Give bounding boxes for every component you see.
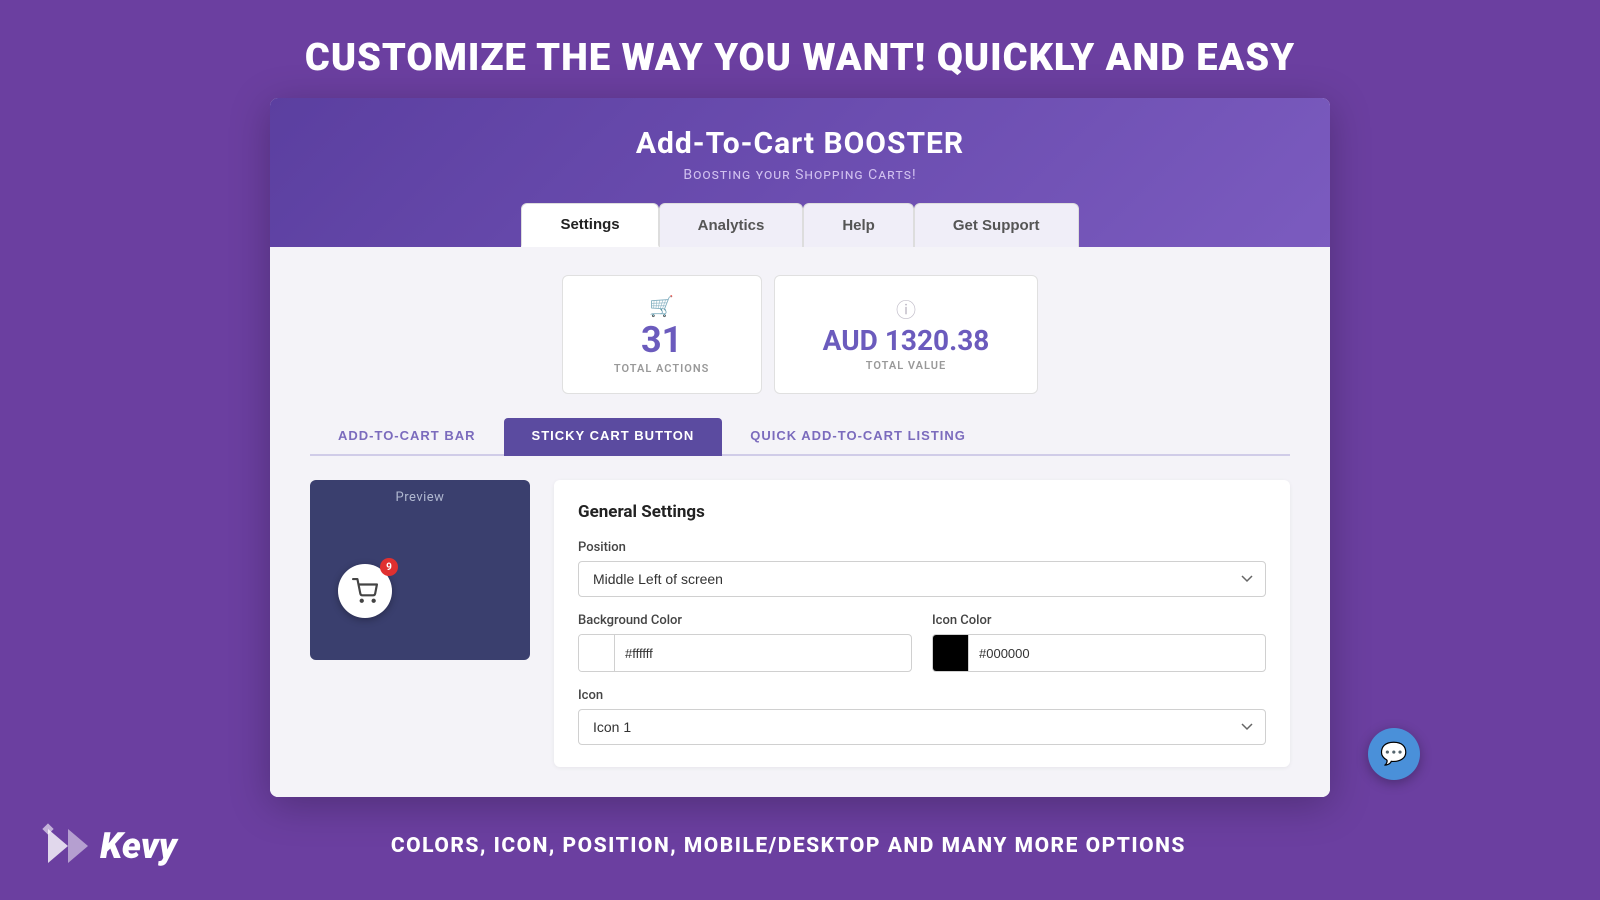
cart-badge: 9 [380, 558, 398, 576]
color-row: Background Color Icon Color [578, 613, 1266, 688]
tab-help[interactable]: Help [803, 203, 914, 247]
total-value-amount: AUD 1320.38 [823, 327, 990, 355]
value-stat-icon: ⓘ [896, 294, 916, 323]
section-tab-sticky-cart-button[interactable]: STICKY CART BUTTON [504, 418, 723, 456]
bottom-tagline: COLORS, ICON, POSITION, MOBILE/DESKTOP A… [197, 834, 1380, 858]
position-select[interactable]: Middle Left of screen Middle Right of sc… [578, 561, 1266, 597]
chat-button[interactable]: 💬 [1368, 728, 1420, 780]
card-title: Add-To-Cart BOOSTER [270, 126, 1330, 161]
main-tabs: Settings Analytics Help Get Support [270, 203, 1330, 247]
background-color-field-group: Background Color [578, 613, 912, 672]
settings-panel: General Settings Position Middle Left of… [554, 480, 1290, 767]
card-body: 🛒 31 TOTAL ACTIONS ⓘ AUD 1320.38 TOTAL V… [270, 247, 1330, 797]
stat-total-value: ⓘ AUD 1320.38 TOTAL VALUE [774, 275, 1039, 394]
background-color-input-row [578, 634, 912, 672]
icon-color-field-group: Icon Color [932, 613, 1266, 672]
card-subtitle: Boosting your Shopping Carts! [270, 167, 1330, 183]
icon-color-label: Icon Color [932, 613, 1266, 628]
cart-button-preview: 9 [338, 564, 392, 618]
section-tab-quick-add[interactable]: QUICK ADD-TO-CART LISTING [722, 418, 994, 456]
total-actions-label: TOTAL ACTIONS [614, 362, 709, 375]
icon-color-input-row [932, 634, 1266, 672]
kevy-logo-icon [40, 821, 90, 871]
content-row: Preview 9 General Settings Position [310, 480, 1290, 767]
tab-get-support[interactable]: Get Support [914, 203, 1079, 247]
chat-icon: 💬 [1380, 742, 1407, 767]
cart-icon [352, 578, 378, 604]
section-tab-add-to-cart-bar[interactable]: ADD-TO-CART BAR [310, 418, 504, 456]
kevy-logo-text: Kevy [100, 825, 177, 867]
background-color-swatch[interactable] [579, 635, 615, 671]
settings-title: General Settings [578, 502, 1266, 522]
section-tabs: ADD-TO-CART BAR STICKY CART BUTTON QUICK… [310, 418, 1290, 456]
preview-box: Preview 9 [310, 480, 530, 660]
card-header: Add-To-Cart BOOSTER Boosting your Shoppi… [270, 98, 1330, 247]
icon-field-group: Icon Icon 1 [578, 688, 1266, 745]
kevy-logo: Kevy [40, 821, 177, 871]
preview-label: Preview [396, 490, 445, 505]
page-headline: CUSTOMIZE THE WAY YOU WANT! QUICKLY AND … [305, 36, 1295, 80]
stat-total-actions: 🛒 31 TOTAL ACTIONS [562, 275, 762, 394]
icon-select[interactable]: Icon 1 [578, 709, 1266, 745]
stats-row: 🛒 31 TOTAL ACTIONS ⓘ AUD 1320.38 TOTAL V… [310, 275, 1290, 394]
icon-color-swatch[interactable] [933, 635, 969, 671]
bottom-footer: Kevy COLORS, ICON, POSITION, MOBILE/DESK… [0, 821, 1600, 871]
main-card: Add-To-Cart BOOSTER Boosting your Shoppi… [270, 98, 1330, 797]
background-color-text-input[interactable] [615, 638, 911, 669]
total-value-label: TOTAL VALUE [866, 359, 946, 372]
tab-analytics[interactable]: Analytics [659, 203, 804, 247]
total-actions-number: 31 [641, 322, 682, 358]
position-label: Position [578, 540, 1266, 555]
tab-settings[interactable]: Settings [521, 203, 658, 247]
cart-stat-icon: 🛒 [649, 294, 674, 318]
icon-color-text-input[interactable] [969, 638, 1265, 669]
icon-label: Icon [578, 688, 1266, 703]
background-color-label: Background Color [578, 613, 912, 628]
position-field-group: Position Middle Left of screen Middle Ri… [578, 540, 1266, 597]
